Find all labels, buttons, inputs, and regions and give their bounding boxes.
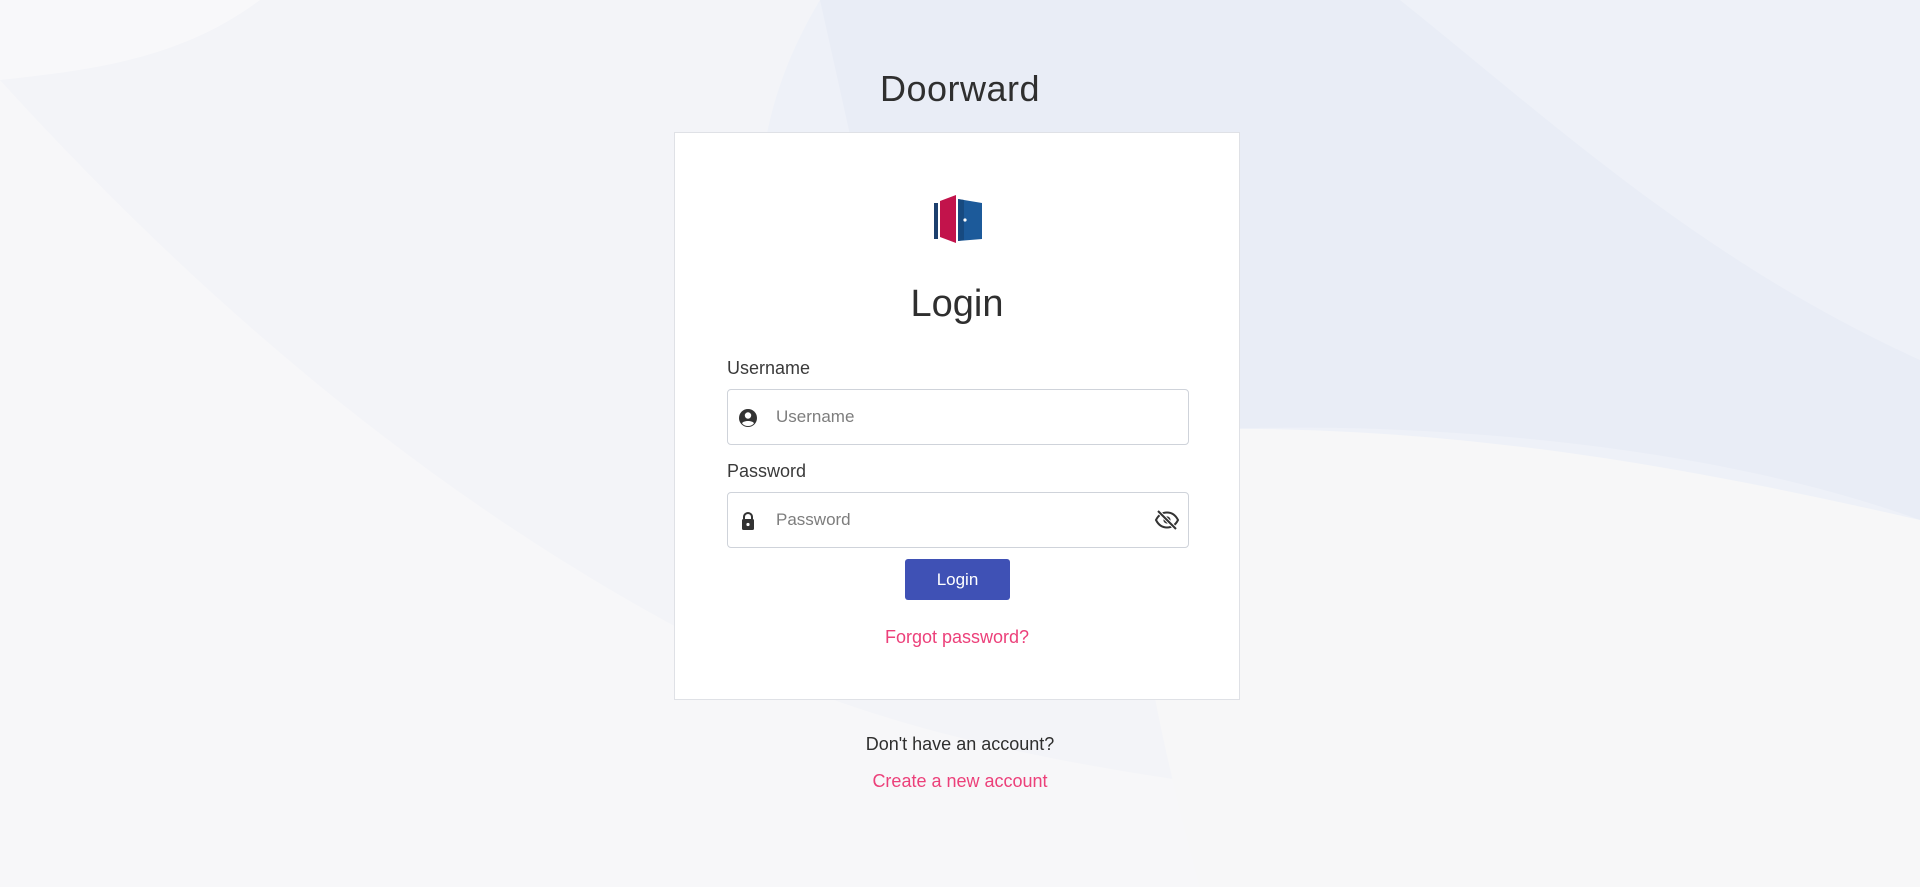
- password-label: Password: [727, 461, 807, 481]
- no-account-text: Don't have an account?: [865, 734, 1055, 754]
- password-input-group: [727, 492, 1189, 548]
- username-input[interactable]: [776, 390, 1136, 444]
- login-card: Login Username Password Login Forgot pas…: [674, 132, 1240, 700]
- create-account-link[interactable]: Create a new account: [0, 771, 1920, 792]
- app-title: Doorward: [879, 68, 1041, 109]
- eye-off-icon[interactable]: [1154, 508, 1180, 532]
- lock-icon: [742, 511, 754, 530]
- login-heading: Login: [910, 283, 1004, 325]
- username-input-group: [727, 389, 1189, 445]
- door-logo-icon: [934, 195, 982, 243]
- user-circle-icon: [739, 409, 757, 427]
- login-button[interactable]: Login: [905, 559, 1010, 600]
- username-label: Username: [727, 358, 811, 378]
- password-input[interactable]: [776, 493, 1136, 547]
- forgot-password-link[interactable]: Forgot password?: [675, 627, 1239, 648]
